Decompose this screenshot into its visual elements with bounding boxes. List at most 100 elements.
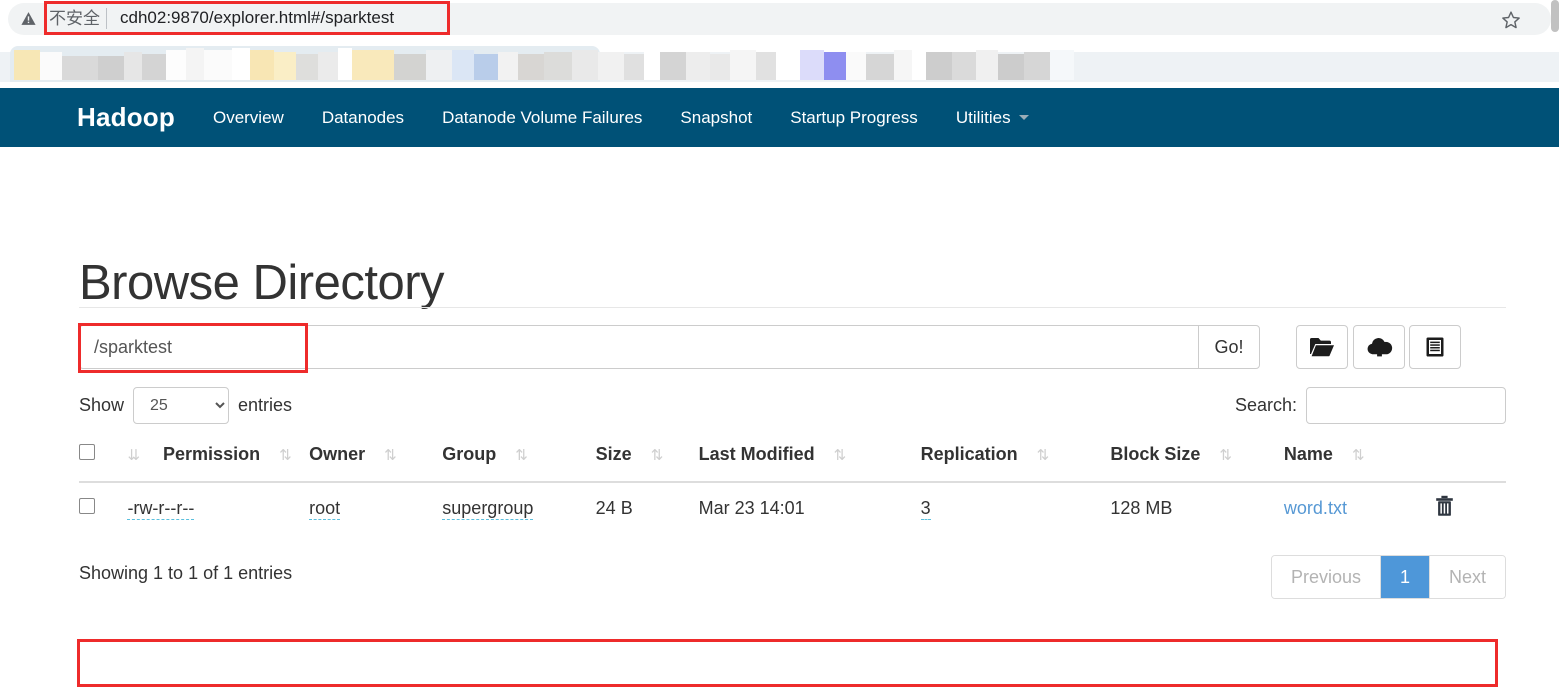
cell-replication: 3 <box>920 482 1111 535</box>
column-header-label: Owner <box>309 444 366 464</box>
nav-item-label: Overview <box>212 107 284 127</box>
cell-permission: -rw-r--r-- <box>127 482 309 535</box>
entries-label: entries <box>238 395 293 415</box>
nav-item-startup-progress[interactable]: Startup Progress <box>790 108 918 128</box>
nav-item-label: Snapshot <box>680 107 753 127</box>
browser-omnibox-row: 不安全 cdh02:9870/explorer.html#/sparktest <box>0 0 1559 38</box>
sort-toggle-icon[interactable]: ⇅ <box>1352 446 1365 464</box>
files-table-body: -rw-r--r-- root supergroup 24 B Mar 23 1… <box>79 482 1506 535</box>
cell-group: supergroup <box>442 482 595 535</box>
entries-select[interactable]: 25 50 100 <box>133 387 230 424</box>
pagination: Previous 1 Next <box>1270 555 1506 599</box>
row-select-cell <box>79 482 127 535</box>
pagination-previous[interactable]: Previous <box>1271 556 1381 598</box>
column-header-name[interactable]: Name ⇅ <box>1283 444 1436 483</box>
files-table: ⇊ Permission ⇅ Owner ⇅ Group ⇅ Size ⇅ La… <box>79 444 1506 535</box>
url-text[interactable]: cdh02:9870/explorer.html#/sparktest <box>120 6 394 30</box>
column-header-label: Replication <box>920 444 1018 464</box>
cell-owner: root <box>309 482 442 535</box>
cell-name: word.txt <box>1284 482 1435 535</box>
column-header-owner[interactable]: Owner ⇅ <box>309 444 443 483</box>
omnibox-divider <box>106 8 107 29</box>
table-header-row: ⇊ Permission ⇅ Owner ⇅ Group ⇅ Size ⇅ La… <box>79 444 1506 483</box>
browser-chrome: 不安全 cdh02:9870/explorer.html#/sparktest <box>0 0 1559 88</box>
title-divider <box>79 307 1506 308</box>
table-controls: Show 25 50 100 entries Search: <box>79 387 1506 427</box>
search-control: Search: <box>1235 387 1506 424</box>
column-header-label: Size <box>595 444 632 464</box>
cut-paste-button[interactable] <box>1409 325 1461 369</box>
sort-toggle-icon[interactable]: ⇅ <box>1219 446 1232 464</box>
pagination-next[interactable]: Next <box>1429 556 1505 598</box>
column-header-block-size[interactable]: Block Size ⇅ <box>1110 444 1284 483</box>
path-input[interactable] <box>79 325 1198 369</box>
nav-item-utilities[interactable]: Utilities <box>956 108 1029 128</box>
row-checkbox[interactable] <box>79 498 95 514</box>
chevron-down-icon <box>1018 115 1029 120</box>
column-header-permission[interactable]: ⇊ Permission ⇅ <box>127 444 310 483</box>
sort-toggle-icon[interactable]: ⇅ <box>651 446 664 464</box>
nav-item-label: Datanodes <box>321 107 405 127</box>
select-all-header <box>79 444 128 483</box>
trash-icon[interactable] <box>1435 495 1454 517</box>
warning-triangle-icon[interactable] <box>20 10 37 27</box>
group-value[interactable]: supergroup <box>442 498 534 520</box>
nav-item-label: Startup Progress <box>790 107 918 127</box>
file-name-link[interactable]: word.txt <box>1284 498 1347 518</box>
table-footer: Showing 1 to 1 of 1 entries Previous 1 N… <box>79 555 1506 603</box>
create-directory-button[interactable] <box>1296 325 1348 369</box>
page-scrollbar[interactable] <box>1551 0 1559 32</box>
cell-delete-action <box>1435 482 1506 535</box>
search-input[interactable] <box>1306 387 1506 424</box>
column-header-size[interactable]: Size ⇅ <box>595 444 699 483</box>
sort-toggle-icon[interactable]: ⇅ <box>384 446 397 464</box>
column-header-label: Name <box>1283 444 1333 464</box>
go-button[interactable]: Go! <box>1198 325 1260 369</box>
column-header-replication[interactable]: Replication ⇅ <box>920 444 1111 483</box>
brand-hadoop[interactable]: Hadoop <box>77 102 175 133</box>
nav-item-datanode-volume-failures[interactable]: Datanode Volume Failures <box>442 108 642 128</box>
path-input-group: Go! <box>79 325 1260 369</box>
owner-value[interactable]: root <box>309 498 341 520</box>
cell-block-size: 128 MB <box>1110 498 1173 518</box>
sort-toggle-icon[interactable]: ⇅ <box>1037 446 1050 464</box>
column-header-last-modified[interactable]: Last Modified ⇅ <box>698 444 921 483</box>
show-entries-control: Show 25 50 100 entries <box>79 387 292 424</box>
browser-tab-strip-blurred <box>0 38 1559 88</box>
star-icon[interactable] <box>1501 10 1521 30</box>
select-all-checkbox[interactable] <box>79 444 95 460</box>
annotation-box-row <box>77 639 1498 687</box>
column-header-label: Group <box>442 444 497 464</box>
pagination-page-1[interactable]: 1 <box>1380 556 1430 598</box>
showing-entries-info: Showing 1 to 1 of 1 entries <box>79 563 293 583</box>
nav-item-snapshot[interactable]: Snapshot <box>680 108 752 128</box>
column-header-label: Block Size <box>1110 444 1201 464</box>
show-label: Show <box>79 395 125 415</box>
nav-item-overview[interactable]: Overview <box>213 108 284 128</box>
cloud-upload-icon <box>1367 338 1392 357</box>
nav-item-datanodes[interactable]: Datanodes <box>322 108 404 128</box>
nav-item-label: Utilities <box>955 107 1011 127</box>
replication-value[interactable]: 3 <box>920 498 931 520</box>
upload-files-button[interactable] <box>1353 325 1405 369</box>
column-header-actions <box>1435 444 1506 483</box>
sort-desc-icon[interactable]: ⇊ <box>127 446 140 464</box>
sort-toggle-icon[interactable]: ⇅ <box>834 446 847 464</box>
path-bar-row: Go! <box>78 323 1506 373</box>
column-header-group[interactable]: Group ⇅ <box>442 444 596 483</box>
folder-open-icon <box>1310 338 1334 357</box>
cell-size: 24 B <box>595 498 633 518</box>
clipboard-list-icon <box>1426 337 1444 357</box>
sort-toggle-icon[interactable]: ⇅ <box>279 446 292 464</box>
files-table-head: ⇊ Permission ⇅ Owner ⇅ Group ⇅ Size ⇅ La… <box>79 444 1506 483</box>
table-row[interactable]: -rw-r--r-- root supergroup 24 B Mar 23 1… <box>79 482 1506 535</box>
permission-value[interactable]: -rw-r--r-- <box>127 498 195 520</box>
search-label: Search: <box>1234 395 1297 415</box>
sort-toggle-icon[interactable]: ⇅ <box>515 446 528 464</box>
column-header-label: Last Modified <box>698 444 815 464</box>
hadoop-navbar: Hadoop Overview Datanodes Datanode Volum… <box>0 88 1559 147</box>
column-header-label: Permission <box>163 444 261 464</box>
nav-item-label: Datanode Volume Failures <box>442 107 643 127</box>
page-title: Browse Directory <box>79 255 445 310</box>
cell-last-modified: Mar 23 14:01 <box>698 498 805 518</box>
